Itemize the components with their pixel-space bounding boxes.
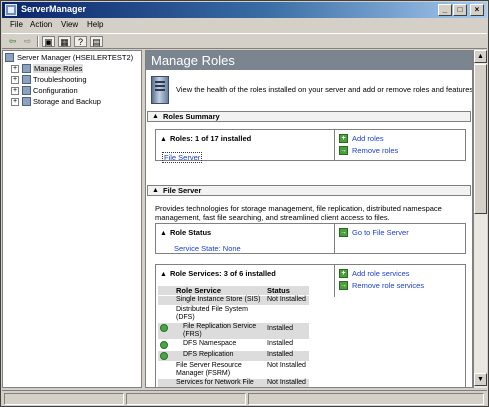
vertical-scrollbar[interactable]: ▲ ▼ (473, 50, 487, 388)
server-roles-icon (151, 76, 169, 104)
maximize-button[interactable]: □ (453, 4, 467, 16)
status-cell (248, 393, 484, 405)
roles-summary-box: ▲ Roles: 1 of 17 installed File Server + … (155, 129, 466, 163)
close-button[interactable]: × (470, 4, 484, 16)
column-role-service: Role Service (176, 286, 222, 295)
pane-title: Manage Roles (146, 51, 472, 70)
installed-check-icon (160, 341, 168, 349)
role-status-actions: → Go to File Server (334, 224, 466, 253)
pane-description: View the health of the roles installed o… (176, 85, 473, 94)
file-server-description: Provides technologies for storage manage… (155, 204, 442, 222)
table-row[interactable]: Single Instance Store (SIS) Not Installe… (158, 296, 309, 305)
details-pane: Manage Roles View the health of the role… (145, 50, 473, 388)
collapse-arrow-icon[interactable]: ▲ (160, 136, 167, 143)
menu-action[interactable]: Action (30, 20, 52, 29)
column-status: Status (267, 286, 290, 295)
scroll-up-icon[interactable]: ▲ (474, 50, 487, 63)
table-header: Role Service Status (158, 286, 309, 295)
collapse-arrow-icon[interactable]: ▲ (152, 112, 159, 121)
roles-actions: + Add roles → Remove roles (334, 130, 466, 160)
installed-check-icon (160, 352, 168, 360)
status-bar (2, 390, 487, 406)
menu-help[interactable]: Help (87, 20, 103, 29)
toolbar-separator (37, 36, 39, 47)
remove-icon: → (339, 281, 348, 290)
server-manager-window: ServerManager _ □ × File Action View Hel… (0, 0, 489, 407)
title-bar[interactable]: ServerManager _ □ × (2, 2, 487, 18)
table-row[interactable]: Services for Network File Not Installed (158, 379, 309, 387)
service-state-link[interactable]: Service State: None (174, 244, 241, 253)
collapse-arrow-icon[interactable]: ▲ (160, 230, 167, 237)
menu-file[interactable]: File (10, 20, 23, 29)
collapse-arrow-icon[interactable]: ▲ (160, 271, 167, 278)
menu-view[interactable]: View (61, 20, 78, 29)
file-server-role-link[interactable]: File Server (162, 152, 203, 163)
collapse-arrow-icon[interactable]: ▲ (152, 186, 159, 195)
installed-check-icon (160, 324, 168, 332)
menu-bar: File Action View Help (2, 18, 487, 33)
window-title: ServerManager (21, 4, 87, 14)
roles-count-title: ▲ Roles: 1 of 17 installed (160, 134, 252, 143)
remove-icon: → (339, 146, 348, 155)
server-manager-icon (5, 4, 17, 16)
table-row[interactable]: DFS Replication Installed (158, 351, 309, 361)
roles-summary-header[interactable]: ▲ Roles Summary (147, 111, 471, 122)
properties-icon[interactable]: ▤ (90, 36, 103, 47)
server-icon (5, 53, 14, 62)
role-services-actions: + Add role services → Remove role servic… (334, 265, 466, 297)
add-icon: + (339, 134, 348, 143)
file-server-header[interactable]: ▲ File Server (147, 185, 471, 196)
expand-icon[interactable]: + (11, 65, 19, 73)
toolbar: ⇦ ⇨ ▣ ▦ ? ▤ (2, 33, 487, 49)
table-row[interactable]: Distributed File System (DFS) (158, 306, 309, 322)
status-cell (4, 393, 124, 405)
role-services-title: ▲ Role Services: 3 of 6 installed (160, 269, 276, 278)
status-cell (126, 393, 246, 405)
forward-arrow-icon[interactable]: ⇨ (21, 36, 34, 47)
pane-description-area: View the health of the roles installed o… (146, 70, 473, 110)
table-row[interactable]: File Replication Service (FRS) Installed (158, 323, 309, 339)
configuration-icon (22, 86, 31, 95)
go-to-icon: → (339, 228, 348, 237)
scroll-thumb[interactable] (474, 64, 487, 214)
table-row[interactable]: DFS Namespace Installed (158, 340, 309, 350)
storage-icon (22, 97, 31, 106)
scroll-down-icon[interactable]: ▼ (474, 373, 487, 386)
expand-icon[interactable]: + (11, 87, 19, 95)
expand-icon[interactable]: + (11, 98, 19, 106)
minimize-button[interactable]: _ (438, 4, 452, 16)
troubleshooting-icon (22, 75, 31, 84)
table-row[interactable]: File Server Resource Manager (FSRM) Not … (158, 362, 309, 378)
show-hide-tree-icon[interactable]: ▦ (58, 36, 71, 47)
roles-icon (22, 64, 31, 73)
expand-icon[interactable]: + (11, 76, 19, 84)
up-one-level-icon[interactable]: ▣ (42, 36, 55, 47)
navigation-tree: Server Manager (HSEILERTEST2) + Manage R… (2, 50, 142, 388)
back-arrow-icon[interactable]: ⇦ (6, 36, 19, 47)
help-icon[interactable]: ? (74, 36, 87, 47)
role-status-box: ▲ Role Status Service State: None → Go to… (155, 223, 466, 254)
role-status-title: ▲ Role Status (160, 228, 212, 237)
add-icon: + (339, 269, 348, 278)
